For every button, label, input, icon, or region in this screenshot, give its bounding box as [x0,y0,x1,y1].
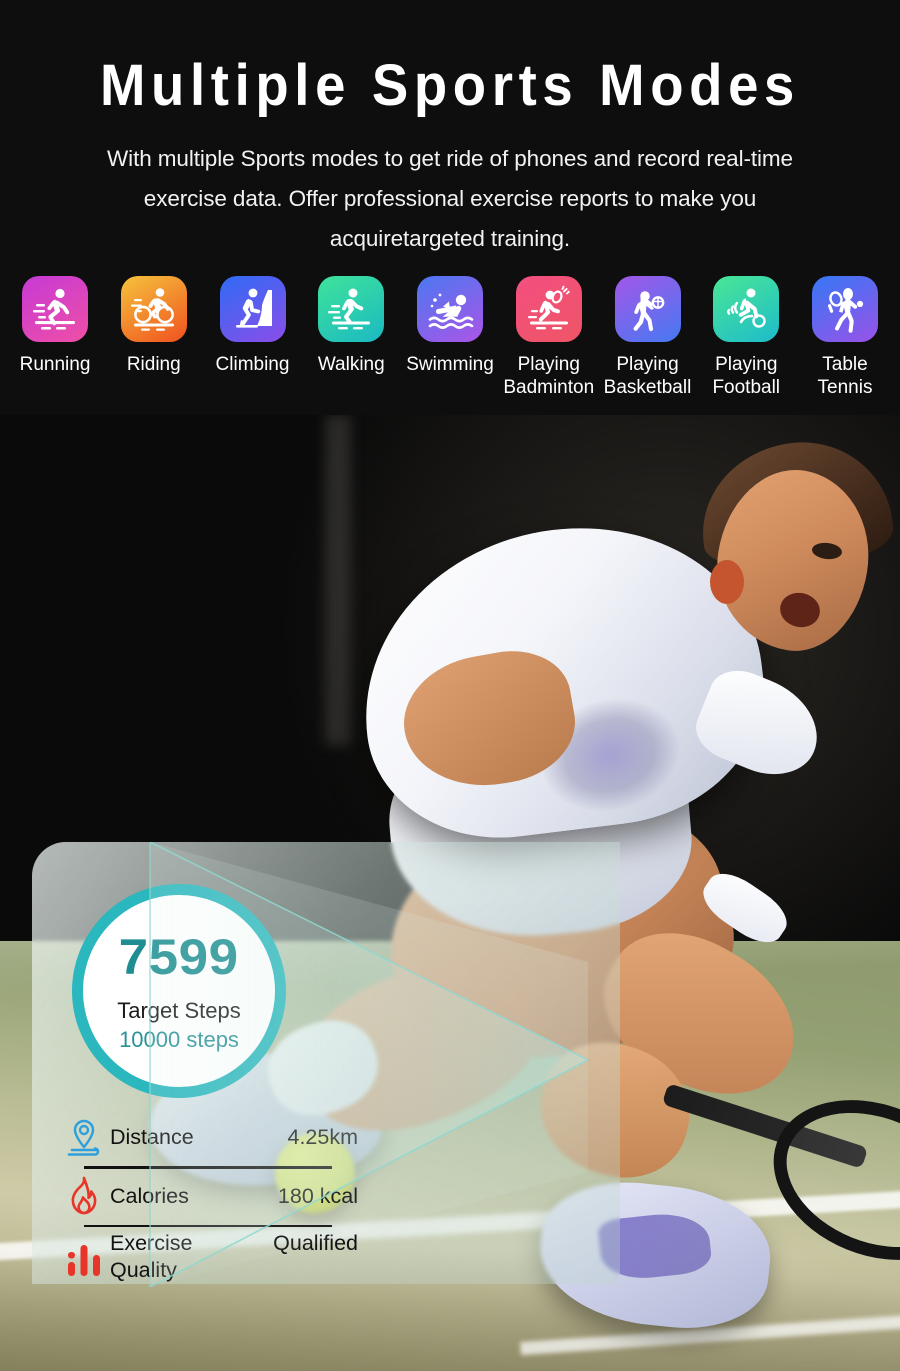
sport-mode-label: Playing Basketball [603,354,692,398]
running-icon[interactable] [22,276,88,342]
page-subtitle: With multiple Sports modes to get ride o… [107,145,793,251]
stat-row: Distance 4.25km [58,1110,358,1166]
sport-mode-playing-football[interactable]: Playing Football [697,276,795,399]
stat-row-wrapper: Exercise Quality Qualified [58,1227,358,1284]
sports-modes-list: Running Riding Climbing Walking Swimming… [0,276,900,399]
page-title: Multiple Sports Modes [99,53,801,118]
sport-mode-label: Running [19,354,91,375]
header-section: Multiple Sports Modes With multiple Spor… [0,0,900,415]
photo-background-post [325,415,351,745]
location-pin-icon [58,1117,110,1159]
steps-value: 7599 [118,928,240,985]
stat-label: Exercise Quality [110,1231,193,1282]
sport-mode-swimming[interactable]: Swimming [401,276,499,399]
sport-mode-playing-badminton[interactable]: Playing Badminton [500,276,598,399]
sport-mode-label: Walking [317,354,385,375]
stat-row: Exercise Quality Qualified [58,1227,358,1284]
walking-icon[interactable] [318,276,385,342]
player-ear [710,560,744,604]
stat-value: Qualified [273,1231,358,1255]
target-steps-gauge: 7599 Target Steps 10000 steps [72,884,286,1098]
sport-mode-label: Climbing [215,354,290,375]
sport-mode-label: Playing Badminton [503,354,595,398]
sport-mode-label: Table Tennis [817,354,873,398]
basketball-icon[interactable] [614,276,681,342]
bar-chart-icon [58,1236,110,1278]
sport-mode-label: Riding [126,354,181,375]
sport-mode-label: Swimming [406,354,494,375]
table-tennis-icon[interactable] [812,276,878,342]
stat-row-wrapper: Distance 4.25km [58,1110,358,1169]
flame-icon [58,1175,110,1217]
sport-mode-riding[interactable]: Riding [105,276,203,399]
sport-mode-table-tennis[interactable]: Table Tennis [796,276,894,399]
sport-mode-climbing[interactable]: Climbing [204,276,302,399]
football-icon[interactable] [713,276,780,342]
stat-value: 180 kcal [277,1183,358,1208]
exercise-stats-panel: 7599 Target Steps 10000 steps Distance 4… [32,842,620,1284]
stat-value: 4.25km [287,1125,358,1149]
stat-label: Distance [110,1125,194,1149]
cycling-icon[interactable] [120,276,187,342]
steps-label: Target Steps [117,997,241,1023]
stat-row-wrapper: Calories 180 kcal [58,1169,358,1227]
stat-rows-list: Distance 4.25km Calories 180 kcal Exerci… [58,1110,358,1284]
sport-mode-walking[interactable]: Walking [302,276,400,399]
sport-mode-label: Playing Football [712,354,781,398]
climbing-icon[interactable] [219,276,286,342]
swimming-icon[interactable] [417,276,483,342]
stat-row: Calories 180 kcal [58,1169,358,1225]
sport-mode-running[interactable]: Running [6,276,104,399]
sport-mode-playing-basketball[interactable]: Playing Basketball [599,276,697,399]
badminton-icon[interactable] [515,276,582,342]
stat-label: Calories [110,1183,189,1208]
steps-goal: 10000 steps [119,1026,239,1052]
